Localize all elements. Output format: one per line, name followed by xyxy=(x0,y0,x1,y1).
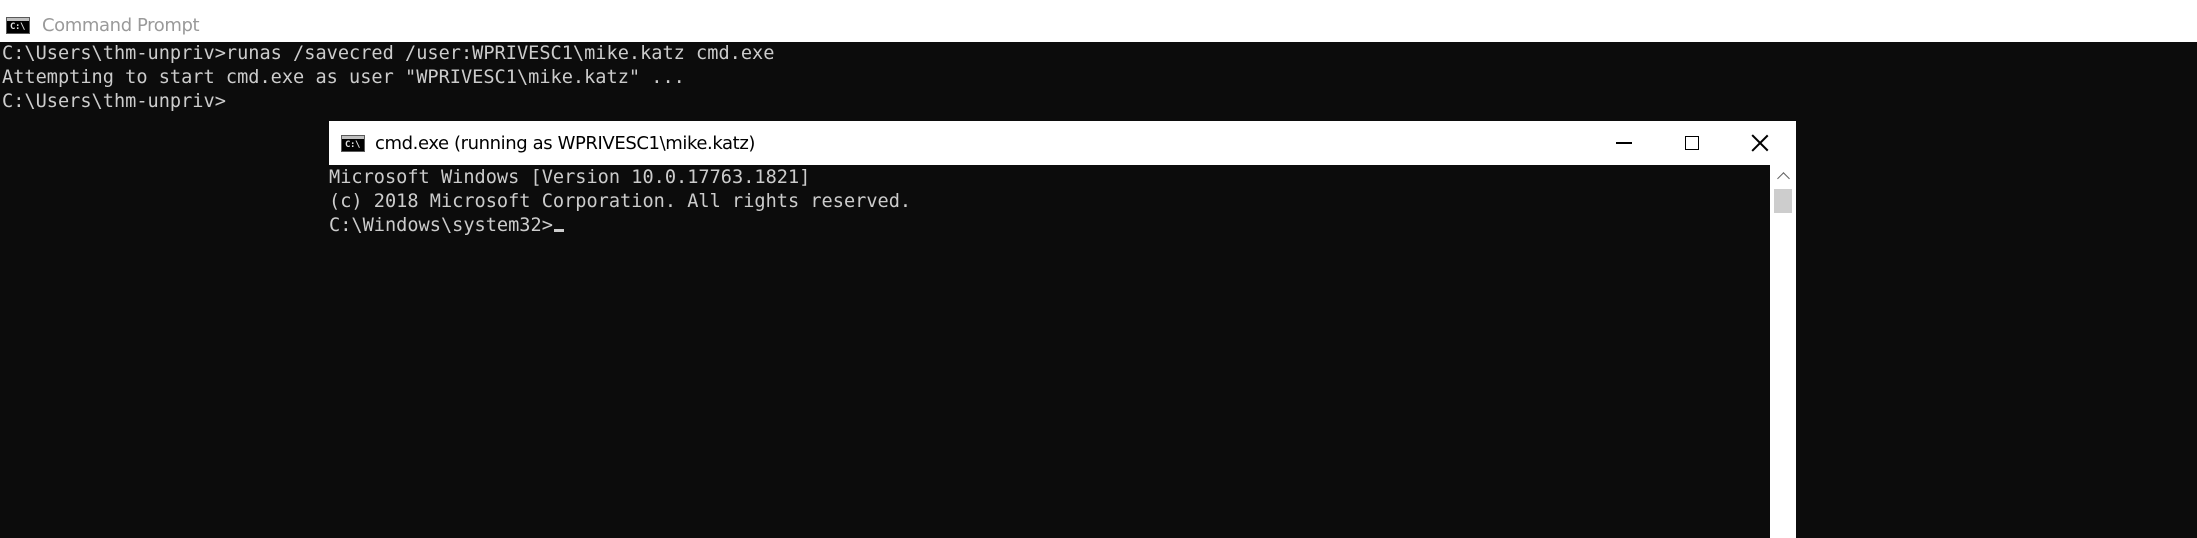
close-icon xyxy=(1751,134,1769,152)
minimize-icon xyxy=(1616,142,1632,144)
background-window-title: Command Prompt xyxy=(42,14,200,36)
cmd-icon-glyph: C:\ xyxy=(10,21,26,32)
text-cursor xyxy=(553,229,564,232)
console-prompt-line[interactable]: C:\Windows\system32> xyxy=(329,214,911,238)
minimize-button[interactable] xyxy=(1590,121,1658,165)
console-line: C:\Users\thm-unpriv>runas /savecred /use… xyxy=(2,43,775,64)
cmd-icon: C:\ xyxy=(341,134,365,152)
console-prompt: C:\Windows\system32> xyxy=(329,215,553,236)
console-line: (c) 2018 Microsoft Corporation. All righ… xyxy=(329,191,912,212)
cmd-icon-glyph: C:\ xyxy=(345,139,361,150)
console-line: Attempting to start cmd.exe as user "WPR… xyxy=(2,67,685,88)
vertical-scrollbar[interactable] xyxy=(1770,165,1796,538)
console-line: Microsoft Windows [Version 10.0.17763.18… xyxy=(329,167,811,188)
scroll-up-arrow-icon xyxy=(1776,172,1790,185)
console-line: C:\Users\thm-unpriv> xyxy=(2,91,226,112)
maximize-icon xyxy=(1685,136,1699,150)
close-button[interactable] xyxy=(1726,121,1794,165)
foreground-window-titlebar[interactable]: C:\ cmd.exe (running as WPRIVESC1\mike.k… xyxy=(329,121,1796,165)
maximize-button[interactable] xyxy=(1658,121,1726,165)
foreground-cmd-window[interactable]: C:\ cmd.exe (running as WPRIVESC1\mike.k… xyxy=(329,121,1796,538)
cmd-icon: C:\ xyxy=(6,16,30,34)
scroll-up-button[interactable] xyxy=(1770,165,1796,187)
background-window-titlebar[interactable]: C:\ Command Prompt xyxy=(0,8,2197,42)
foreground-window-title: cmd.exe (running as WPRIVESC1\mike.katz) xyxy=(375,132,756,154)
scrollbar-thumb[interactable] xyxy=(1774,189,1792,213)
background-console-output[interactable]: C:\Users\thm-unpriv>runas /savecred /use… xyxy=(2,42,774,114)
foreground-console-output[interactable]: Microsoft Windows [Version 10.0.17763.18… xyxy=(329,166,911,238)
